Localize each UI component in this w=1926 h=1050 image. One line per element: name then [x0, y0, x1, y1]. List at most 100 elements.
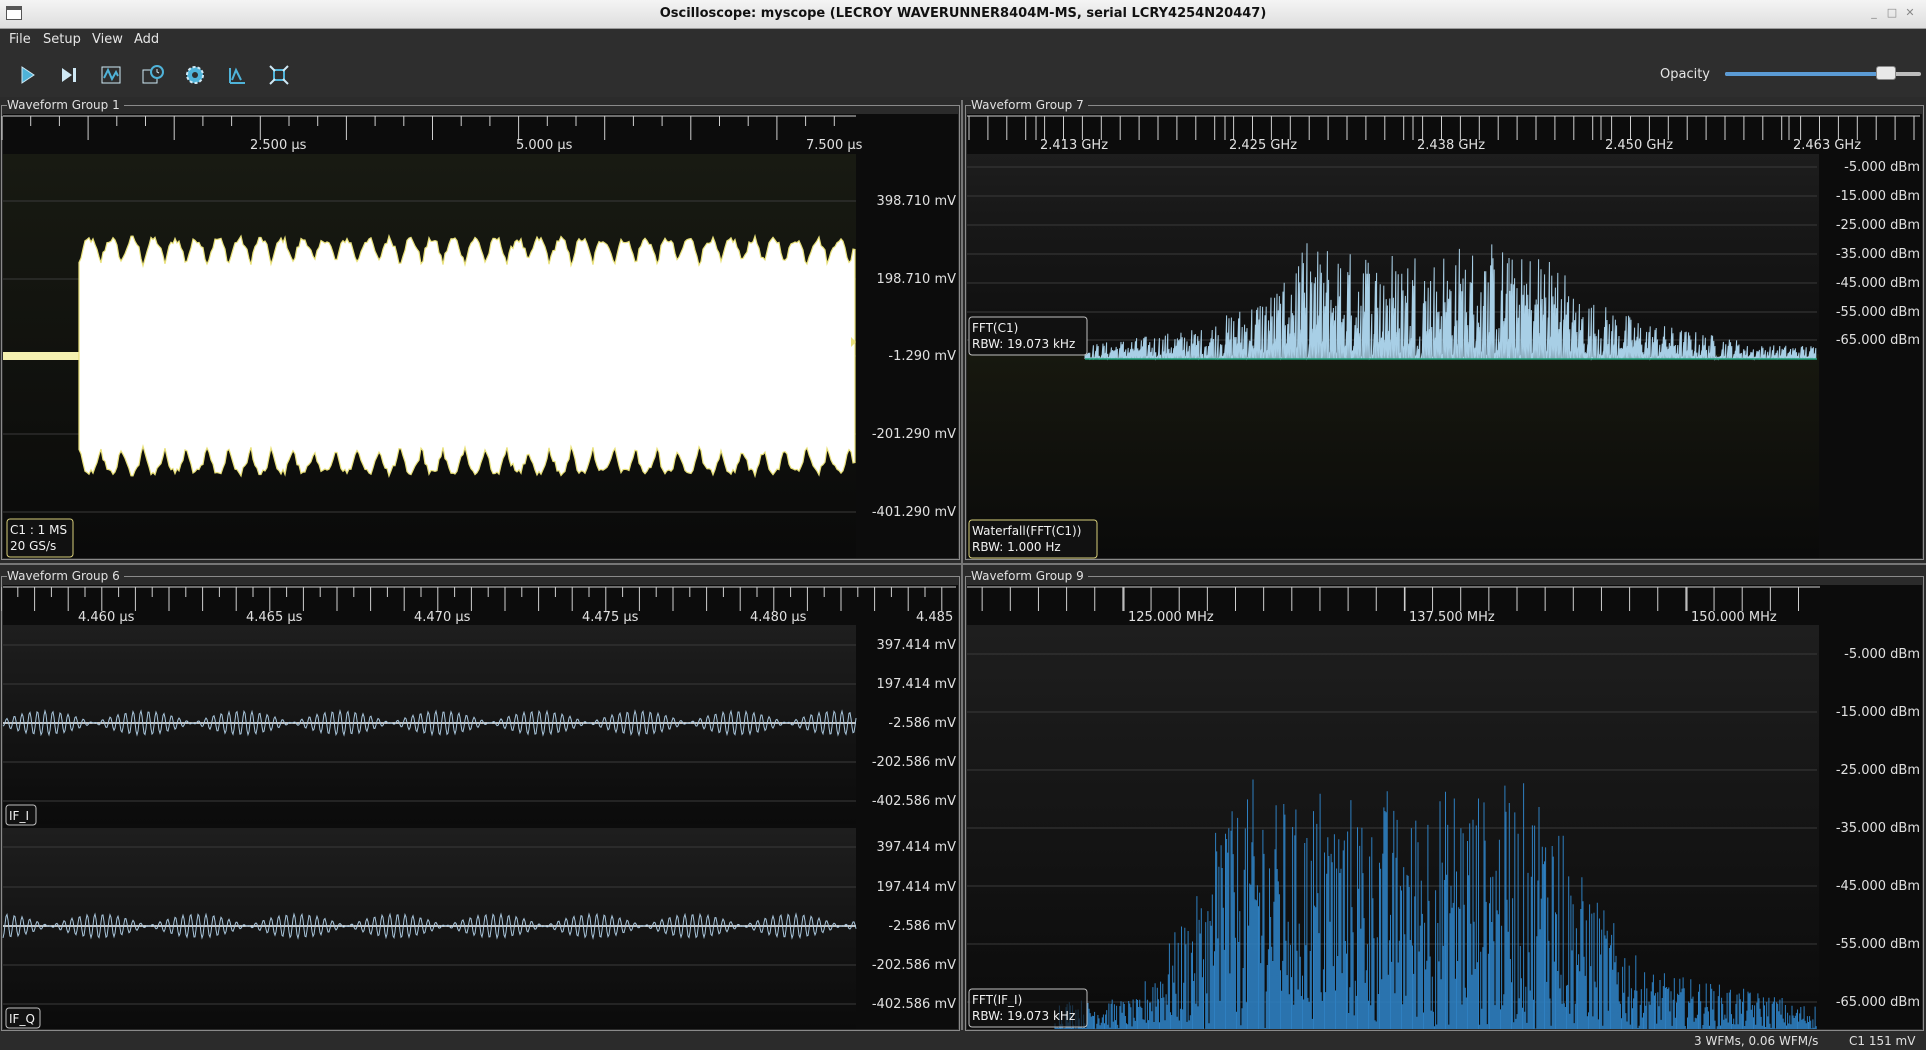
y-tick-label: -202.586 mV [872, 755, 956, 770]
waterfall-label-name: Waterfall(FFT(C1)) [972, 524, 1081, 538]
measure-icon [229, 67, 245, 84]
y-tick-label: -45.000 dBm [1836, 276, 1920, 291]
title-bar: Oscilloscope: myscope (LECROY WAVERUNNER… [0, 0, 1926, 29]
y-tick-label: 398.710 mV [877, 194, 957, 209]
x-tick-label: 4.475 µs [582, 610, 639, 625]
c1-label-depth: C1 : 1 MS [10, 523, 67, 537]
y-tick-label: -15.000 dBm [1836, 705, 1920, 720]
y-tick-label: -25.000 dBm [1836, 763, 1920, 778]
status-wfm-rate: 3 WFMs, 0.06 WFM/s [1694, 1034, 1819, 1048]
horizontal-splitter[interactable] [0, 563, 1926, 565]
y-tick-label: -55.000 dBm [1836, 305, 1920, 320]
y-tick-label: -5.000 dBm [1844, 160, 1920, 175]
y-tick-label: -202.586 mV [872, 958, 956, 973]
x-tick-label: 5.000 µs [516, 138, 573, 153]
menu-view[interactable]: View [92, 32, 123, 47]
y-tick-label: -25.000 dBm [1836, 218, 1920, 233]
waveform-group-9: Waveform Group 9 125.000 MHz 137.500 MHz… [965, 569, 1924, 1031]
opacity-slider-handle[interactable] [1875, 66, 1896, 80]
y-tick-label: 197.414 mV [877, 677, 957, 692]
y-tick-label: -55.000 dBm [1836, 937, 1920, 952]
history-icon [142, 65, 164, 84]
opacity-slider[interactable] [1725, 66, 1921, 80]
y-tick-label: -35.000 dBm [1836, 247, 1920, 262]
opacity-label: Opacity [1660, 67, 1711, 82]
waveform-group-7: Waveform Group 7 2.413 GHz 2.425 GHz 2.4… [965, 98, 1924, 560]
measure-button[interactable] [222, 61, 252, 89]
vertical-splitter[interactable] [961, 100, 963, 1030]
group-6-title: Waveform Group 6 [7, 569, 124, 583]
fft-icon [101, 66, 121, 84]
close-icon[interactable]: ✕ [1902, 6, 1918, 20]
x-tick-label: 125.000 MHz [1128, 610, 1214, 625]
fullscreen-icon [269, 65, 289, 85]
status-cursor: C1 151 mV [1849, 1034, 1916, 1048]
x-tick-label: 2.500 µs [250, 138, 307, 153]
x-tick-label: 4.485 [916, 610, 953, 625]
settings-button[interactable] [180, 61, 210, 89]
c1-waveform-trace [3, 233, 856, 479]
y-tick-label: -401.290 mV [872, 505, 956, 520]
if-q-label-text: IF_Q [9, 1012, 35, 1026]
x-tick-label: 2.463 GHz [1793, 138, 1861, 153]
y-tick-label: -1.290 mV [888, 349, 956, 364]
fft-button[interactable] [96, 61, 126, 89]
group-7-plot[interactable]: 2.413 GHz 2.425 GHz 2.438 GHz 2.450 GHz … [965, 98, 1924, 560]
x-tick-label: 4.465 µs [246, 610, 303, 625]
settings-gear-icon [186, 66, 204, 84]
single-trigger-button[interactable] [54, 61, 84, 89]
y-tick-label: -65.000 dBm [1836, 333, 1920, 348]
menu-setup[interactable]: Setup [43, 32, 81, 47]
y-tick-label: -402.586 mV [872, 997, 956, 1012]
y-tick-label: 197.414 mV [877, 880, 957, 895]
x-tick-label: 2.413 GHz [1040, 138, 1108, 153]
y-tick-label: 198.710 mV [877, 272, 957, 287]
y-tick-label: -65.000 dBm [1836, 995, 1920, 1010]
y-tick-label: -2.586 mV [888, 716, 956, 731]
x-tick-label: 7.500 µs [806, 138, 863, 153]
x-tick-label: 137.500 MHz [1409, 610, 1495, 625]
c1-label-rate: 20 GS/s [10, 539, 56, 553]
x-tick-label: 2.450 GHz [1605, 138, 1673, 153]
x-tick-label: 2.438 GHz [1417, 138, 1485, 153]
x-tick-label: 2.425 GHz [1229, 138, 1297, 153]
toolbar: Opacity [0, 51, 1926, 97]
single-trigger-icon [62, 68, 76, 82]
y-tick-label: 397.414 mV [877, 638, 957, 653]
y-tick-label: -35.000 dBm [1836, 821, 1920, 836]
start-trigger-button[interactable] [12, 61, 42, 89]
status-bar: 3 WFMs, 0.06 WFM/s C1 151 mV [0, 1033, 1926, 1050]
y-tick-label: -5.000 dBm [1844, 647, 1920, 662]
group-6-plot[interactable]: 4.460 µs 4.465 µs 4.470 µs 4.475 µs 4.48… [1, 569, 960, 1031]
group-9-plot[interactable]: 125.000 MHz 137.500 MHz 150.000 MHz -5.0… [965, 569, 1924, 1031]
menu-bar: File Setup View Add [0, 29, 1926, 51]
fft-c1-label-rbw: RBW: 19.073 kHz [972, 337, 1075, 351]
minimize-icon[interactable]: _ [1866, 6, 1882, 20]
window-title: Oscilloscope: myscope (LECROY WAVERUNNER… [659, 6, 1267, 21]
x-tick-label: 4.460 µs [78, 610, 135, 625]
x-tick-label: 4.470 µs [414, 610, 471, 625]
waveform-group-6: Waveform Group 6 4.460 µs 4.465 µs 4.470… [1, 569, 960, 1031]
maximize-icon[interactable]: □ [1884, 6, 1900, 20]
y-tick-label: -402.586 mV [872, 794, 956, 809]
y-tick-label: -201.290 mV [872, 427, 956, 442]
group-9-title: Waveform Group 9 [971, 569, 1088, 583]
history-button[interactable] [138, 61, 168, 89]
fft-if-i-label-rbw: RBW: 19.073 kHz [972, 1009, 1075, 1023]
group-1-plot[interactable]: 2.500 µs 5.000 µs 7.500 µs 398.710 mV 19… [1, 98, 960, 560]
fft-c1-label-name: FFT(C1) [972, 321, 1018, 335]
y-tick-label: -15.000 dBm [1836, 189, 1920, 204]
fullscreen-button[interactable] [264, 61, 294, 89]
start-trigger-icon [21, 66, 35, 84]
menu-file[interactable]: File [9, 32, 31, 47]
y-tick-label: -45.000 dBm [1836, 879, 1920, 894]
y-tick-label: -2.586 mV [888, 919, 956, 934]
x-tick-label: 4.480 µs [750, 610, 807, 625]
menu-add[interactable]: Add [134, 32, 159, 47]
group-1-title: Waveform Group 1 [7, 98, 124, 112]
if-i-label-text: IF_I [9, 809, 29, 823]
waveform-group-1: Waveform Group 1 2.500 µs 5.000 µs 7.500… [1, 98, 960, 560]
fft-if-i-label-name: FFT(IF_I) [972, 993, 1022, 1007]
waterfall-label-rbw: RBW: 1.000 Hz [972, 540, 1061, 554]
y-tick-label: 397.414 mV [877, 840, 957, 855]
